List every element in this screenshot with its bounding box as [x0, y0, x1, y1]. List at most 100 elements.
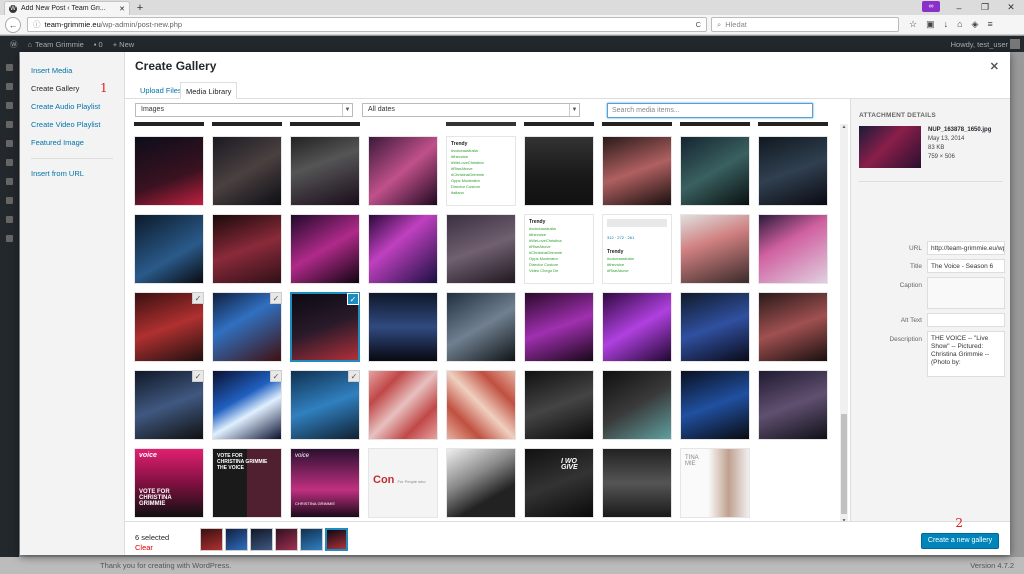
attachment-selected[interactable]: ✓	[134, 370, 204, 440]
menu-insert-media[interactable]: Insert Media	[20, 62, 124, 80]
pages-icon[interactable]	[6, 121, 13, 128]
description-field[interactable]: THE VOICE -- "Live Show" -- Pictured: Ch…	[927, 331, 1005, 377]
address-bar[interactable]: ⓘ team-grimmie.eu/wp-admin/post-new.php …	[27, 17, 707, 32]
back-button[interactable]: ←	[5, 16, 21, 33]
browser-tab[interactable]: W Add New Post ‹ Team Gri... ✕	[4, 1, 130, 15]
attachment-selected[interactable]: ✓	[212, 370, 282, 440]
check-icon[interactable]: ✓	[348, 370, 360, 382]
new-content-link[interactable]: + New	[113, 40, 134, 49]
new-tab-button[interactable]: +	[133, 1, 147, 15]
media-type-filter[interactable]: Images ▼	[135, 103, 353, 117]
attachment-thumbnail[interactable]	[446, 448, 516, 518]
attachment-thumbnail[interactable]: voice CHRISTINA GRIMMIE	[290, 448, 360, 518]
attachment-thumbnail[interactable]	[290, 214, 360, 284]
site-name[interactable]: Team Grimmie	[35, 40, 84, 49]
selection-thumbnail-active[interactable]	[325, 528, 348, 551]
check-icon[interactable]: ✓	[270, 370, 282, 382]
attachment-thumbnail[interactable]	[368, 292, 438, 362]
attachment-thumbnail[interactable]	[134, 136, 204, 206]
menu-create-video-playlist[interactable]: Create Video Playlist	[20, 116, 124, 134]
check-icon[interactable]: ✓	[270, 292, 282, 304]
media-icon[interactable]	[6, 102, 13, 109]
menu-icon[interactable]: ≡	[987, 19, 992, 30]
browser-search-bar[interactable]: ⌕ Hledat	[711, 17, 899, 32]
attachment-thumbnail[interactable]	[680, 370, 750, 440]
title-field[interactable]: The Voice - Season 6	[927, 259, 1005, 273]
check-icon[interactable]: ✓	[347, 293, 359, 305]
attachment-selected-active[interactable]: ✓	[290, 292, 360, 362]
attachment-thumbnail[interactable]	[524, 292, 594, 362]
attachment-thumbnail[interactable]	[680, 136, 750, 206]
attachment-thumbnail[interactable]	[758, 214, 828, 284]
maximize-button[interactable]: ❐	[972, 2, 998, 13]
date-filter[interactable]: All dates ▼	[362, 103, 580, 117]
shield-icon[interactable]: ◈	[972, 19, 979, 30]
attachment-selected[interactable]: ✓	[212, 292, 282, 362]
menu-create-audio-playlist[interactable]: Create Audio Playlist	[20, 98, 124, 116]
attachment-thumbnail[interactable]	[368, 136, 438, 206]
attachment-selected[interactable]: ✓	[134, 292, 204, 362]
attachment-thumbnail[interactable]: voice VOTE FOR CHRISTINA GRIMMIE	[134, 448, 204, 518]
create-gallery-button[interactable]: Create a new gallery	[921, 533, 999, 549]
attachment-thumbnail[interactable]: Trendy #voiceaustralia #thevoice #WeLoveCh…	[446, 136, 516, 206]
caption-field[interactable]	[927, 277, 1005, 309]
download-icon[interactable]: ↓	[944, 19, 949, 30]
clipboard-icon[interactable]: ▣	[926, 19, 935, 30]
attachment-thumbnail[interactable]	[524, 136, 594, 206]
close-icon[interactable]: ✕	[990, 60, 999, 73]
home-icon[interactable]: ⌂	[957, 19, 962, 30]
grid-scrollbar[interactable]: ▲ ▼	[840, 124, 848, 524]
url-field[interactable]: http://team-grimmie.eu/wp-	[927, 241, 1005, 255]
attachment-thumbnail[interactable]	[134, 214, 204, 284]
attachment-thumbnail[interactable]	[680, 214, 750, 284]
check-icon[interactable]: ✓	[192, 370, 204, 382]
attachment-thumbnail[interactable]: Trendy #voiceaustralia #thevoice #WeLoveCh…	[524, 214, 594, 284]
attachment-thumbnail[interactable]	[602, 136, 672, 206]
attachment-thumbnail[interactable]	[524, 370, 594, 440]
tab-upload-files[interactable]: Upload Files	[135, 83, 187, 98]
attachment-thumbnail[interactable]	[446, 370, 516, 440]
attachment-thumbnail[interactable]: Con For People who	[368, 448, 438, 518]
search-input[interactable]: Search media items...	[607, 103, 813, 118]
howdy-user[interactable]: Howdy, test_user	[951, 40, 1008, 49]
tab-media-library[interactable]: Media Library	[180, 82, 238, 99]
comments-icon[interactable]	[6, 140, 13, 147]
close-window-button[interactable]: ✕	[998, 2, 1024, 13]
attachment-thumbnail[interactable]: VOTE FOR CHRISTINA GRIMMIE THE VOICE	[212, 448, 282, 518]
reload-icon[interactable]: C	[696, 20, 701, 29]
attachment-thumbnail[interactable]	[446, 214, 516, 284]
appearance-icon[interactable]	[6, 159, 13, 166]
selection-thumbnail[interactable]	[300, 528, 323, 551]
clear-selection-link[interactable]: Clear	[135, 543, 153, 552]
avatar[interactable]	[1010, 39, 1020, 49]
attachment-thumbnail[interactable]	[758, 370, 828, 440]
attachment-thumbnail[interactable]	[602, 370, 672, 440]
attachment-thumbnail[interactable]	[758, 292, 828, 362]
alt-text-field[interactable]	[927, 313, 1005, 327]
menu-insert-from-url[interactable]: Insert from URL	[20, 165, 124, 183]
attachment-thumbnail[interactable]	[758, 136, 828, 206]
selection-thumbnail[interactable]	[275, 528, 298, 551]
minimize-button[interactable]: –	[946, 3, 972, 13]
plugins-icon[interactable]	[6, 178, 13, 185]
posts-icon[interactable]	[6, 83, 13, 90]
tools-icon[interactable]	[6, 216, 13, 223]
menu-featured-image[interactable]: Featured Image	[20, 134, 124, 152]
scroll-up-icon[interactable]: ▲	[840, 124, 848, 130]
settings-icon[interactable]	[6, 235, 13, 242]
attachment-thumbnail[interactable]	[212, 136, 282, 206]
attachment-thumbnail[interactable]	[368, 214, 438, 284]
menu-create-gallery[interactable]: Create Gallery	[20, 80, 124, 98]
attachment-thumbnail[interactable]: I WO GIVE	[524, 448, 594, 518]
attachment-selected[interactable]: ✓	[290, 370, 360, 440]
users-icon[interactable]	[6, 197, 13, 204]
scroll-thumb[interactable]	[841, 414, 847, 514]
attachment-thumbnail[interactable]: TINA MIE	[680, 448, 750, 518]
attachment-thumbnail[interactable]	[602, 448, 672, 518]
selection-thumbnail[interactable]	[225, 528, 248, 551]
attachment-thumbnail[interactable]: 312 · 272 · 261 Trendy #voiceaustralia #th…	[602, 214, 672, 284]
star-icon[interactable]: ☆	[909, 19, 917, 30]
check-icon[interactable]: ✓	[192, 292, 204, 304]
wp-logo-icon[interactable]: Ⓦ	[10, 39, 18, 50]
selection-thumbnail[interactable]	[200, 528, 223, 551]
